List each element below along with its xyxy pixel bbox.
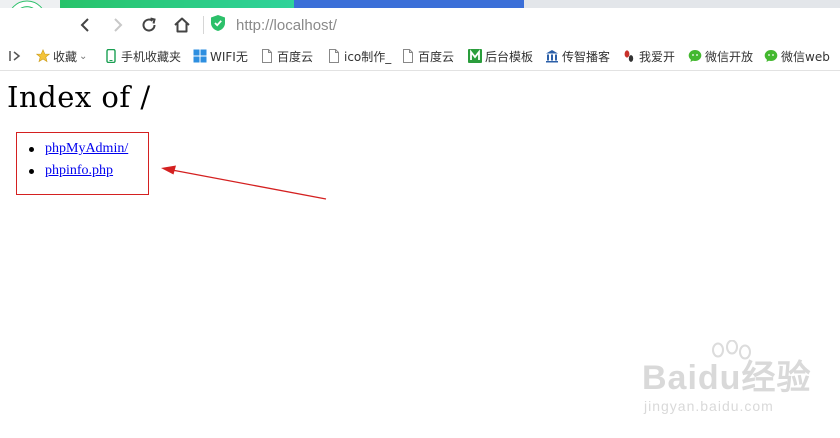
- windows-icon: [193, 49, 207, 63]
- navigation-bar: http://localhost/: [0, 8, 840, 42]
- bookmark-item[interactable]: 微信开放: [688, 47, 753, 65]
- baidu-watermark: Baidu经验 jingyan.baidu.com: [640, 340, 840, 438]
- bookmark-item[interactable]: 微信web: [764, 47, 830, 65]
- phpinfo-link[interactable]: phpinfo.php: [45, 163, 113, 178]
- directory-list: phpMyAdmin/ phpinfo.php: [23, 138, 128, 182]
- page-icon: [401, 49, 415, 63]
- tab-strip-empty: [524, 0, 840, 8]
- bookmark-item[interactable]: 我爱开: [622, 47, 675, 65]
- shield-icon: [210, 14, 226, 36]
- bank-icon: [545, 49, 559, 63]
- star-icon: [35, 49, 51, 63]
- list-item: phpMyAdmin/: [23, 138, 128, 160]
- back-button[interactable]: [72, 12, 98, 38]
- tab-strip: [0, 0, 840, 8]
- bookmark-item[interactable]: 传智播客: [545, 47, 610, 65]
- wechat-icon: [764, 49, 778, 63]
- home-icon: [173, 16, 191, 34]
- forward-button[interactable]: [105, 12, 131, 38]
- address-separator: [203, 16, 204, 34]
- page-icon: [327, 49, 341, 63]
- annotation-arrow: [161, 165, 327, 200]
- address-bar[interactable]: http://localhost/: [210, 12, 810, 38]
- watermark-brand: Baidu经验: [642, 359, 812, 397]
- phpmyadmin-link[interactable]: phpMyAdmin/: [45, 141, 128, 156]
- bookmark-favorites[interactable]: 收藏 ⌄: [35, 47, 88, 65]
- url-text[interactable]: http://localhost/: [236, 17, 337, 34]
- bookmark-item[interactable]: 百度云: [401, 47, 454, 65]
- page-icon: [260, 49, 274, 63]
- bookmark-item[interactable]: 后台模板: [468, 47, 533, 65]
- list-item: phpinfo.php: [23, 160, 128, 182]
- reload-icon: [140, 16, 158, 34]
- page-title: Index of /: [7, 80, 151, 114]
- phone-icon: [104, 48, 118, 64]
- wechat-icon: [688, 49, 702, 63]
- forward-arrow-icon: [110, 17, 126, 33]
- footprint-icon: [622, 49, 636, 63]
- sidebar-toggle-icon[interactable]: [8, 47, 22, 65]
- bookmark-item[interactable]: ico制作_: [327, 47, 391, 65]
- reload-button[interactable]: [136, 12, 162, 38]
- bookmark-item[interactable]: WIFI无: [193, 47, 248, 65]
- back-arrow-icon: [77, 17, 93, 33]
- bookmark-item[interactable]: 手机收藏夹: [104, 47, 181, 65]
- chevron-down-icon: ⌄: [79, 50, 88, 62]
- m-icon: [468, 49, 482, 63]
- home-button[interactable]: [169, 12, 195, 38]
- tab-active[interactable]: [60, 0, 294, 8]
- bookmarks-bar: 收藏 ⌄ 手机收藏夹 WIFI无 百度云 ico制作_ 百度云 后台模板 传智播…: [0, 42, 840, 71]
- tab-inactive[interactable]: [294, 0, 524, 8]
- bookmark-item[interactable]: 百度云: [260, 47, 313, 65]
- watermark-url: jingyan.baidu.com: [644, 398, 774, 414]
